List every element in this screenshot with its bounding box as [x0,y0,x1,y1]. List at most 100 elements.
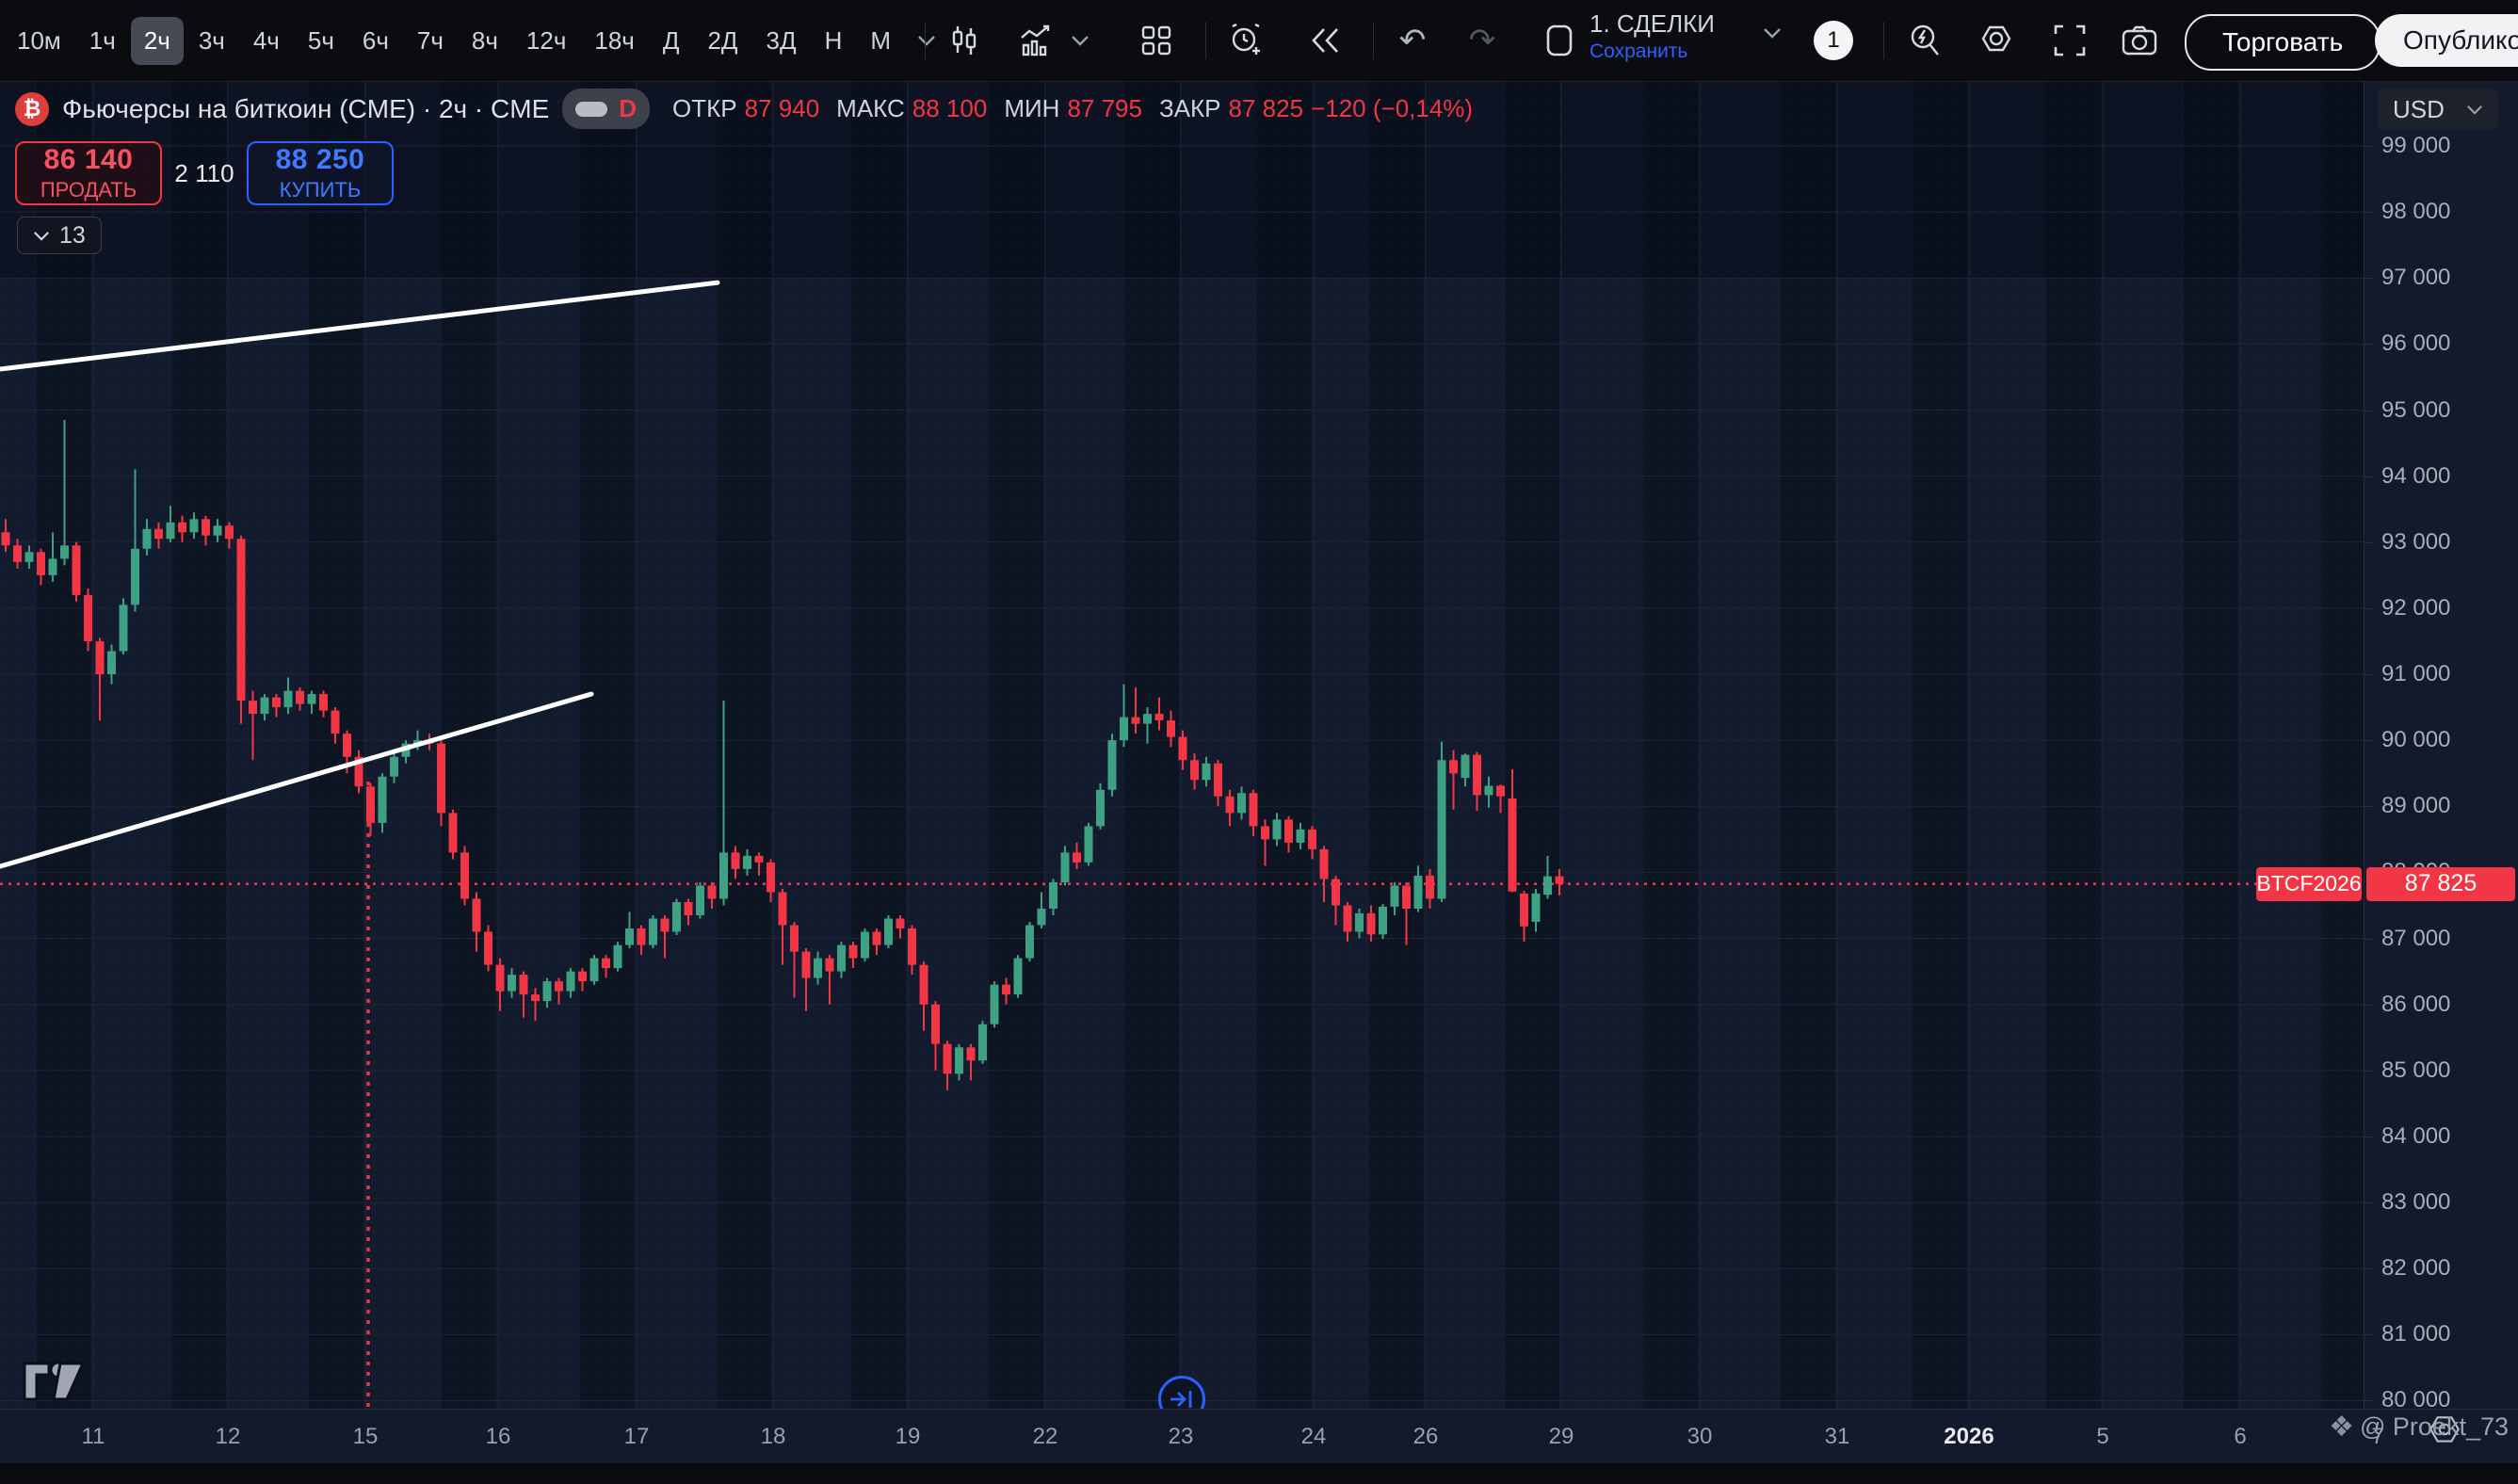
timeframe-Н[interactable]: Н [812,17,856,65]
timeframe-3Д[interactable]: 3Д [753,17,810,65]
price-axis-tick [2365,1202,2372,1203]
toolbar-separator [1205,22,1206,59]
time-axis[interactable]: 11121516171819222324262930312026567 [0,1409,2518,1463]
trade-button[interactable]: Торговать [2185,14,2381,71]
price-axis-tick [2365,344,2372,345]
timeframe-8ч[interactable]: 8ч [459,17,511,65]
currency-label: USD [2393,95,2445,124]
bar-replay-icon[interactable] [1303,18,1348,63]
low-label: МИН [1004,94,1059,123]
timeframe-7ч[interactable]: 7ч [404,17,457,65]
collapsed-count: 13 [59,222,86,250]
price-axis-tick [2365,740,2372,741]
high-value: 88 100 [912,94,988,123]
price-axis-tick [2365,806,2372,807]
time-axis-label: 15 [353,1424,379,1450]
time-axis-label: 17 [624,1424,650,1450]
price-axis-label: 92 000 [2381,595,2450,621]
price-axis-tick [2365,542,2372,543]
timeframe-18ч[interactable]: 18ч [581,17,647,65]
chart-pane[interactable]: ₿ Фьючерсы на биткоин (CME) · 2ч · CME D… [0,81,2364,1409]
settings-gear-icon[interactable] [1974,18,2019,63]
layout-name-block[interactable]: 1. СДЕЛКИ Сохранить [1590,9,1715,63]
low-value: 87 795 [1067,94,1142,123]
timeframe-12ч[interactable]: 12ч [513,17,579,65]
price-axis-tick [2365,278,2372,279]
price-axis-tick [2365,1334,2372,1335]
time-axis-label: 31 [1825,1424,1850,1450]
fullscreen-icon[interactable] [2047,18,2092,63]
close-value: 87 825 [1229,94,1304,123]
arrow-to-bar-icon [1170,1389,1194,1410]
toolbar-separator [1373,22,1374,59]
time-axis-label: 30 [1687,1424,1713,1450]
sell-price: 86 140 [44,144,134,176]
sell-label: ПРОДАТЬ [40,178,137,202]
publish-button[interactable]: Опубликовать [2375,14,2518,67]
price-axis-label: 86 000 [2381,992,2450,1018]
object-tree-collapse-button[interactable]: 13 [17,217,102,254]
price-axis-tick [2365,674,2372,675]
multichart-layout-icon[interactable] [1134,18,1179,63]
time-axis-label: 26 [1413,1424,1439,1450]
chart-style-candles-icon[interactable] [942,18,987,63]
toolbar-separator [925,22,926,59]
high-label: МАКС [836,94,905,123]
price-axis-label: 93 000 [2381,529,2450,556]
time-axis-label: 24 [1301,1424,1327,1450]
timeframe-5ч[interactable]: 5ч [295,17,347,65]
price-axis-tick [2365,608,2372,609]
price-axis-tick [2365,1071,2372,1072]
currency-dropdown[interactable]: USD [2378,89,2498,130]
chevron-down-icon [2466,105,2483,115]
sell-button[interactable]: 86 140 ПРОДАТЬ [15,141,162,205]
price-axis-label: 83 000 [2381,1189,2450,1216]
price-axis-tick [2365,1005,2372,1006]
price-axis-tick [2365,146,2372,147]
toolbar-separator [1883,22,1884,59]
symbol-title[interactable]: Фьючерсы на биткоин (CME) · 2ч · CME [62,94,549,124]
change-value: −120 (−0,14%) [1311,94,1473,123]
price-axis-label: 82 000 [2381,1255,2450,1282]
time-axis-label: 18 [761,1424,786,1450]
indicators-icon[interactable] [1015,18,1060,63]
price-axis-tick [2365,212,2372,213]
chart-canvas[interactable] [0,81,2364,1409]
indicators-chevron-down-icon[interactable] [1064,18,1096,63]
timeframe-3ч[interactable]: 3ч [186,17,238,65]
timeframe-1ч[interactable]: 1ч [76,17,129,65]
undo-icon[interactable]: ↶ [1390,18,1435,63]
price-axis-label: 80 000 [2381,1387,2450,1413]
redo-icon[interactable]: ↷ [1460,18,1505,63]
buy-price: 88 250 [276,144,365,176]
screenshot-camera-icon[interactable] [2117,18,2162,63]
price-axis-label: 87 000 [2381,926,2450,952]
timeframe-Д[interactable]: Д [650,17,693,65]
save-layout-link[interactable]: Сохранить [1590,40,1715,63]
time-axis-label: 12 [216,1424,241,1450]
layout-name: 1. СДЕЛКИ [1590,9,1715,39]
timeframe-М[interactable]: М [857,17,904,65]
adjustment-toggle[interactable]: D [562,89,650,129]
price-axis-label: 94 000 [2381,463,2450,490]
tradingview-logo[interactable] [19,1354,89,1406]
price-axis-tick [2365,1268,2372,1269]
timeframe-6ч[interactable]: 6ч [349,17,402,65]
notification-count-badge[interactable]: 1 [1814,21,1853,60]
layout-panel-icon[interactable] [1537,18,1582,63]
timeframe-4ч[interactable]: 4ч [240,17,293,65]
time-axis-label: 19 [896,1424,921,1450]
price-line-symbol-badge: BTCF2026 [2256,867,2362,901]
layout-chevron-down-icon[interactable] [1763,26,1782,43]
buy-button[interactable]: 88 250 КУПИТЬ [247,141,394,205]
price-axis-label: 96 000 [2381,331,2450,357]
quick-search-bolt-icon[interactable] [1902,18,1947,63]
timeframe-10м[interactable]: 10м [4,17,74,65]
alert-clock-plus-icon[interactable] [1222,18,1267,63]
timeframe-2ч[interactable]: 2ч [131,17,184,65]
price-axis-label: 91 000 [2381,661,2450,687]
timeframe-2Д[interactable]: 2Д [694,17,751,65]
tradingview-app: 10м1ч2ч3ч4ч5ч6ч7ч8ч12ч18чД2Д3ДНМ [0,0,2518,1484]
price-axis[interactable]: USD 87 825 99 00098 00097 00096 00095 00… [2364,81,2518,1409]
timezone-gear-icon[interactable] [2426,1412,2463,1455]
